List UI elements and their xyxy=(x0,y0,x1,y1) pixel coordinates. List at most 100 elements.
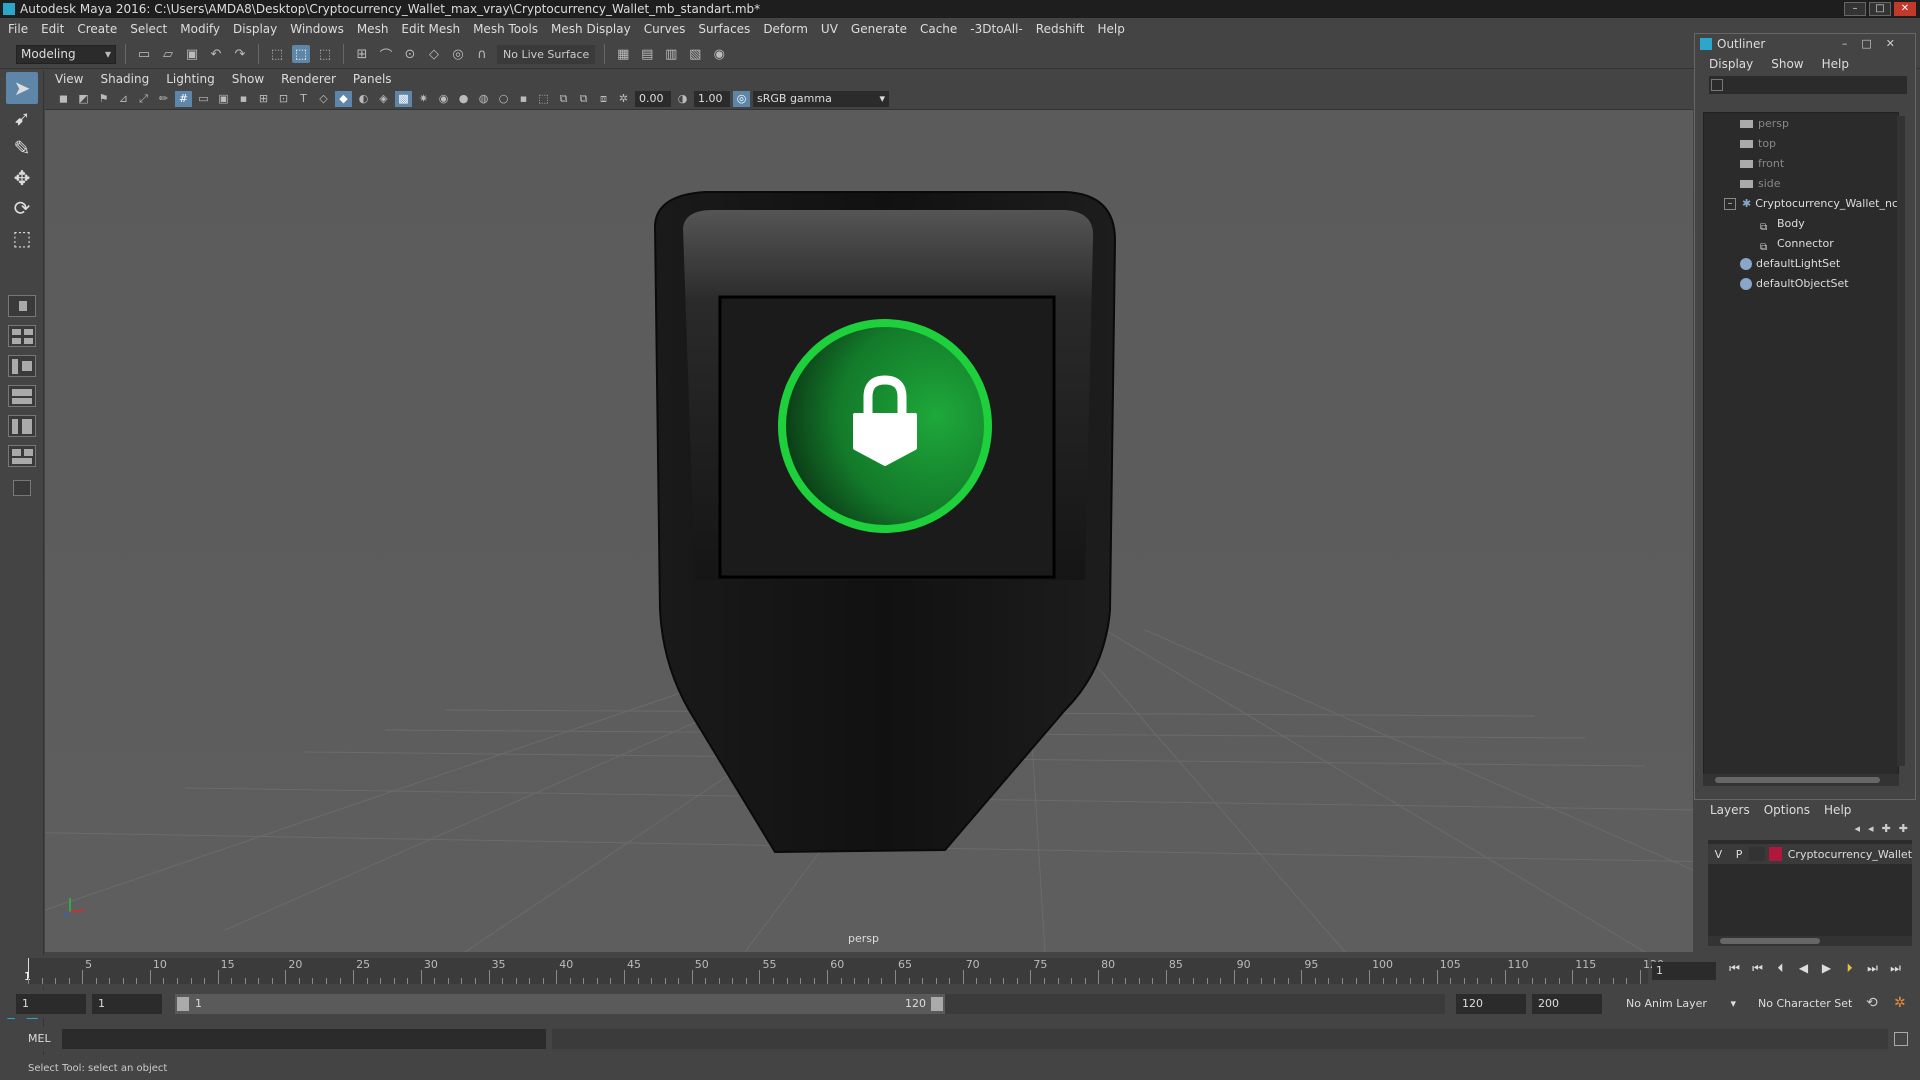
render-frame-icon[interactable]: ▤ xyxy=(638,45,656,63)
persp-uv-layout-icon[interactable] xyxy=(8,445,36,467)
scroll-thumb[interactable] xyxy=(1715,777,1880,783)
animation-preferences-icon[interactable]: ✲ xyxy=(1894,995,1906,1011)
layer-horizontal-scrollbar[interactable] xyxy=(1708,936,1912,946)
image-plane-icon[interactable]: ⊿ xyxy=(115,91,132,107)
select-component-icon[interactable]: ⬚ xyxy=(316,45,334,63)
undo-icon[interactable]: ↶ xyxy=(207,45,225,63)
shadows-icon[interactable]: ◉ xyxy=(435,91,452,107)
menu-cache[interactable]: Cache xyxy=(920,22,957,36)
playback-start-field[interactable]: 1 xyxy=(92,994,162,1014)
layer-playback-toggle[interactable]: P xyxy=(1729,848,1750,861)
lasso-tool-icon[interactable]: ➹ xyxy=(6,102,38,134)
move-layer-up-icon[interactable]: ◂ xyxy=(1855,822,1861,835)
play-forward-icon[interactable]: ▶ xyxy=(1818,961,1835,976)
panel-menu-shading[interactable]: Shading xyxy=(100,72,149,86)
time-slider[interactable]: 1 5 10 15 20 25 30 35 40 45 50 55 60 65 70 75 80 85 90 95 1… xyxy=(0,955,1920,987)
camera-attributes-icon[interactable]: ◼ xyxy=(55,91,72,107)
wireframe-icon[interactable]: ◇ xyxy=(315,91,332,107)
animation-start-field[interactable]: 1 xyxy=(16,994,86,1014)
menu-mesh-tools[interactable]: Mesh Tools xyxy=(473,22,538,36)
step-back-key-icon[interactable]: ⏮ xyxy=(1749,961,1766,976)
layer-display-type[interactable] xyxy=(1749,847,1765,861)
snap-curve-icon[interactable]: ⌒ xyxy=(377,45,395,64)
menu-file[interactable]: File xyxy=(8,22,28,36)
scale-tool-icon[interactable]: ⬚ xyxy=(6,222,38,254)
command-input[interactable] xyxy=(62,1029,546,1049)
hypershade-persp-layout-icon[interactable] xyxy=(8,415,36,437)
redo-icon[interactable]: ↷ xyxy=(231,45,249,63)
panel-menu-renderer[interactable]: Renderer xyxy=(281,72,336,86)
snap-magnet-icon[interactable]: ∩ xyxy=(473,45,491,63)
character-set-dropdown[interactable]: No Character Set xyxy=(1752,994,1862,1014)
wireframe-on-shaded-icon[interactable]: ◈ xyxy=(375,91,392,107)
outliner-item-persp[interactable]: persp xyxy=(1740,115,1789,133)
2d-pan-zoom-icon[interactable]: ⤢ xyxy=(135,91,152,107)
command-language-label[interactable]: MEL xyxy=(28,1031,51,1047)
menu-display[interactable]: Display xyxy=(233,22,277,36)
xray-icon[interactable]: ⧉ xyxy=(555,91,572,107)
step-back-frame-icon[interactable]: ⏴ xyxy=(1772,961,1789,976)
auto-key-icon[interactable]: ⟲ xyxy=(1866,995,1878,1011)
panel-menu-view[interactable]: View xyxy=(55,72,83,86)
save-scene-icon[interactable]: ▣ xyxy=(183,45,201,63)
single-perspective-layout-icon[interactable] xyxy=(8,295,36,317)
select-hierarchy-icon[interactable]: ⬚ xyxy=(268,45,286,63)
open-scene-icon[interactable]: ▱ xyxy=(159,45,177,63)
outliner-vertical-scrollbar[interactable] xyxy=(1897,116,1905,766)
paint-select-tool-icon[interactable]: ✎ xyxy=(6,132,38,164)
playback-end-field[interactable]: 120 xyxy=(1456,994,1526,1014)
collapse-icon[interactable]: – xyxy=(1724,198,1736,210)
perspective-viewport[interactable]: View Shading Lighting Show Renderer Pane… xyxy=(45,70,1693,952)
filter-icon[interactable] xyxy=(1711,79,1723,91)
menu-create[interactable]: Create xyxy=(77,22,117,36)
maximize-button[interactable]: □ xyxy=(1869,2,1891,16)
gamma-field[interactable]: 1.00 xyxy=(694,90,730,107)
snap-view-plane-icon[interactable]: ◇ xyxy=(425,45,443,63)
field-chart-icon[interactable]: ⊞ xyxy=(255,91,272,107)
xray-active-icon[interactable]: ⧉ xyxy=(575,91,592,107)
layer-visibility-toggle[interactable]: V xyxy=(1708,848,1729,861)
camera-lock-icon[interactable]: ◩ xyxy=(75,91,92,107)
step-forward-key-icon[interactable]: ⏭ xyxy=(1864,961,1881,976)
persp-outliner-layout-icon[interactable] xyxy=(8,355,36,377)
menu-modify[interactable]: Modify xyxy=(180,22,220,36)
layer-menu-options[interactable]: Options xyxy=(1764,803,1810,817)
layer-menu-layers[interactable]: Layers xyxy=(1710,803,1750,817)
outliner-menu-display[interactable]: Display xyxy=(1709,57,1753,71)
menu-mesh-display[interactable]: Mesh Display xyxy=(551,22,631,36)
outliner-item-body[interactable]: ⧉ Body xyxy=(1760,215,1805,233)
grid-toggle-icon[interactable]: # xyxy=(175,90,192,107)
menu-select[interactable]: Select xyxy=(130,22,167,36)
four-view-layout-icon[interactable] xyxy=(8,325,36,347)
anti-aliasing-icon[interactable]: ○ xyxy=(495,91,512,107)
color-management-icon[interactable]: ◎ xyxy=(733,90,750,107)
outliner-item-group[interactable]: – ✱ Cryptocurrency_Wallet_nc xyxy=(1724,195,1898,213)
safe-action-icon[interactable]: ⊡ xyxy=(275,91,292,107)
use-default-material-icon[interactable]: ◐ xyxy=(355,91,372,107)
outliner-item-connector[interactable]: ⧉ Connector xyxy=(1760,235,1834,253)
panel-menu-lighting[interactable]: Lighting xyxy=(166,72,215,86)
range-end-handle[interactable] xyxy=(931,997,943,1011)
menu-deform[interactable]: Deform xyxy=(763,22,808,36)
time-slider-track[interactable]: 1 5 10 15 20 25 30 35 40 45 50 55 60 65 70 75 80 85 90 95 1… xyxy=(24,958,1664,984)
close-button[interactable]: ✕ xyxy=(1894,2,1916,16)
outliner-item-default-object-set[interactable]: defaultObjectSet xyxy=(1740,275,1849,293)
hypershade-icon[interactable]: ◉ xyxy=(710,45,728,63)
layer-menu-help[interactable]: Help xyxy=(1824,803,1851,817)
scene-view[interactable] xyxy=(45,110,1693,952)
new-layer-selected-icon[interactable]: ✚ xyxy=(1899,822,1908,835)
snap-grid-icon[interactable]: ⊞ xyxy=(353,45,371,63)
layer-color-swatch[interactable] xyxy=(1768,847,1782,861)
film-gate-icon[interactable]: ▭ xyxy=(195,91,212,107)
outliner-window-controls[interactable]: –□✕ xyxy=(1842,34,1909,54)
current-frame-field[interactable]: 1 xyxy=(1652,962,1716,980)
menu-3dtoall[interactable]: -3DtoAll- xyxy=(970,22,1022,36)
script-editor-icon[interactable] xyxy=(1894,1032,1908,1046)
exposure-icon[interactable]: ✲ xyxy=(615,91,632,107)
layer-row[interactable]: V P Cryptocurrency_Wallet xyxy=(1708,844,1912,864)
panel-menu-panels[interactable]: Panels xyxy=(353,72,392,86)
screen-space-ao-icon[interactable]: ● xyxy=(455,91,472,107)
animation-end-field[interactable]: 200 xyxy=(1532,994,1602,1014)
outliner-item-default-light-set[interactable]: defaultLightSet xyxy=(1740,255,1840,273)
menu-edit[interactable]: Edit xyxy=(41,22,64,36)
